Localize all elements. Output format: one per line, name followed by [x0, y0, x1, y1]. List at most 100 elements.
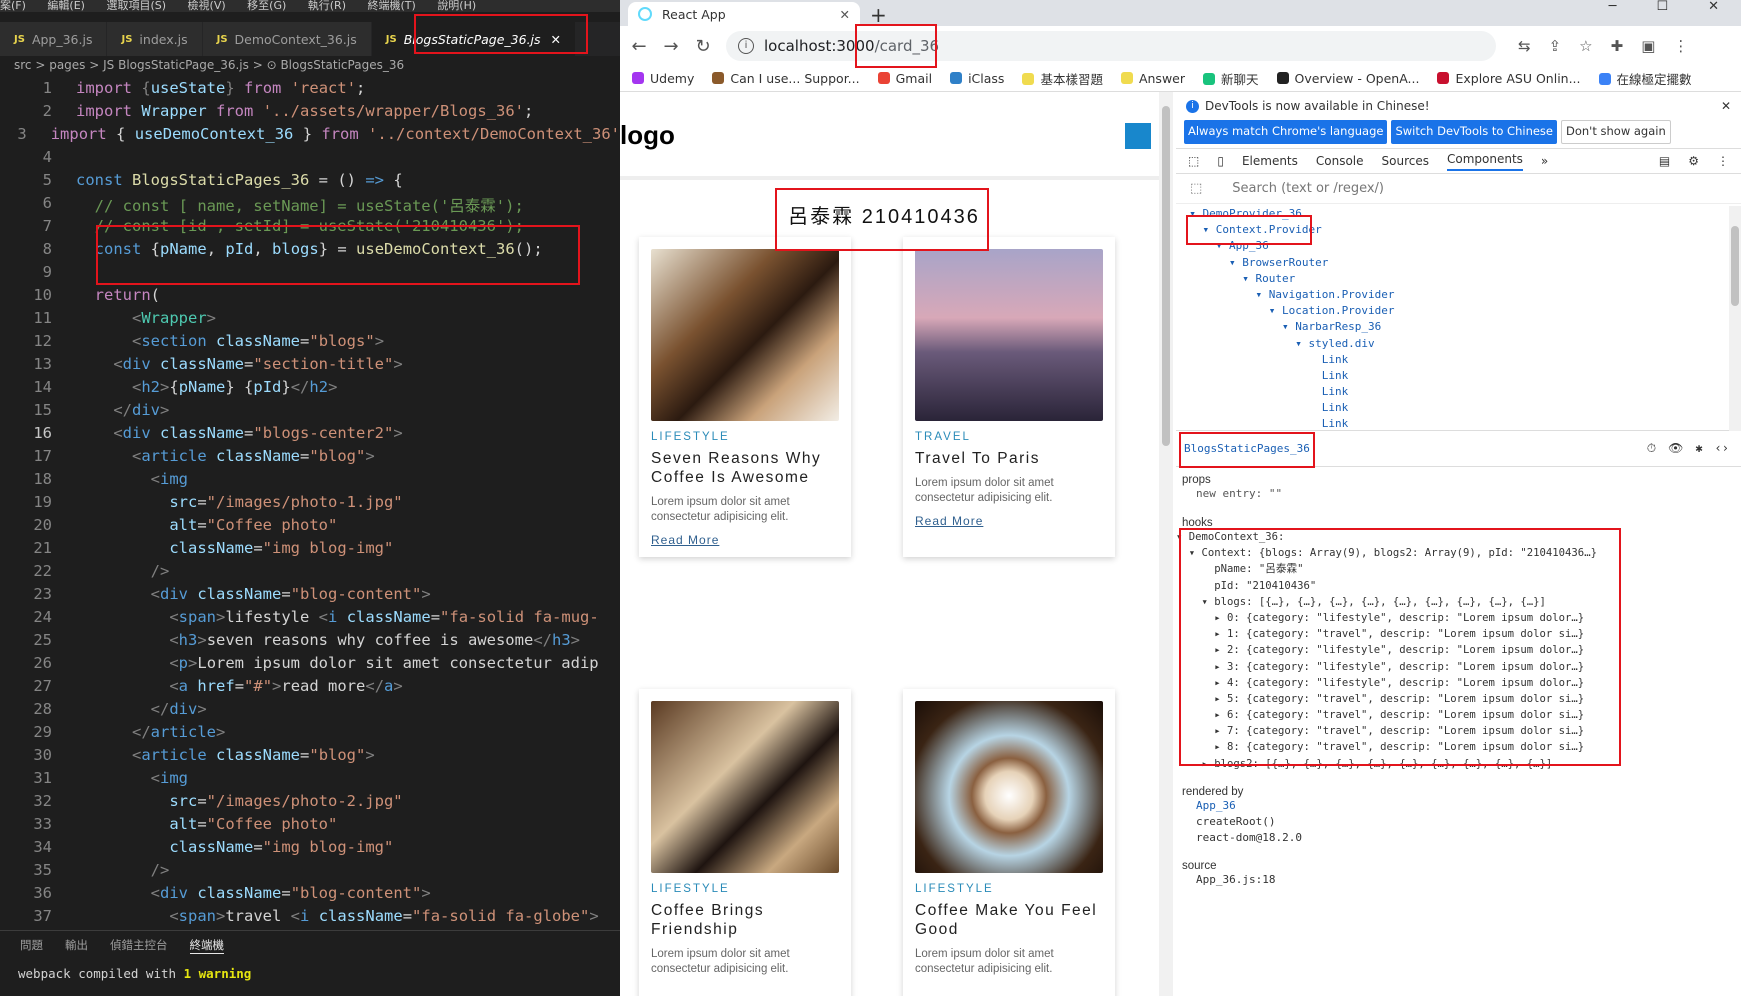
reload-icon[interactable]: ↻ — [694, 36, 712, 57]
more-tabs-icon[interactable]: » — [1541, 154, 1548, 168]
bookmark-item[interactable]: Answer — [1120, 71, 1185, 86]
more-icon[interactable]: ⋮ — [1717, 154, 1729, 168]
minimize-icon[interactable]: ─ — [1609, 0, 1617, 14]
code-line[interactable]: 35 /> — [0, 861, 620, 884]
close-icon[interactable]: ✕ — [551, 32, 561, 47]
hook-entry[interactable]: ▸ 3: {category: "lifestyle", descrip: "L… — [1176, 659, 1741, 675]
tree-node[interactable]: Link — [1176, 400, 1741, 416]
code-line[interactable]: 34 className="img blog-img" — [0, 838, 620, 861]
hook-entry[interactable]: ▸ 6: {category: "travel", descrip: "Lore… — [1176, 707, 1741, 723]
hook-entry[interactable]: ▸ 8: {category: "travel", descrip: "Lore… — [1176, 739, 1741, 755]
tab-index[interactable]: JS index.js — [107, 22, 203, 56]
scrollbar-thumb[interactable] — [1162, 106, 1170, 446]
menu-item[interactable]: 移至(G) — [247, 0, 286, 12]
code-line[interactable]: 16 <div className="blogs-center2"> — [0, 424, 620, 447]
menu-item[interactable]: 執行(R) — [308, 0, 346, 12]
tree-node[interactable]: ▾ styled.div — [1176, 336, 1741, 352]
menu-item[interactable]: 選取項目(S) — [106, 0, 166, 12]
tree-node[interactable]: Link — [1176, 368, 1741, 384]
switch-chinese-button[interactable]: Switch DevTools to Chinese — [1391, 120, 1557, 144]
code-line[interactable]: 32 src="/images/photo-2.jpg" — [0, 792, 620, 815]
close-window-icon[interactable]: ✕ — [1708, 0, 1719, 14]
search-input[interactable]: Search (text or /regex/) — [1232, 181, 1384, 196]
code-line[interactable]: 13 <div className="section-title"> — [0, 355, 620, 378]
bug-icon[interactable]: ✱ — [1695, 441, 1702, 456]
code-line[interactable]: 30 <article className="blog"> — [0, 746, 620, 769]
terminal-output[interactable]: webpack compiled with 1 warning — [0, 960, 620, 987]
breadcrumb[interactable]: src > pages > JS BlogsStaticPage_36.js >… — [14, 58, 404, 72]
hook-entry[interactable]: ▾ DemoContext_36: — [1176, 529, 1741, 545]
code-line[interactable]: 25 <h3>seven reasons why coffee is aweso… — [0, 631, 620, 654]
translate-icon[interactable]: ⇆ — [1518, 37, 1531, 55]
hook-entry[interactable]: ▾ Context: {blogs: Array(9), blogs2: Arr… — [1176, 545, 1741, 561]
hook-entry[interactable]: ▸ 0: {category: "lifestyle", descrip: "L… — [1176, 610, 1741, 626]
share-icon[interactable]: ⇪ — [1549, 37, 1562, 55]
menu-item[interactable]: 說明(H) — [437, 0, 476, 12]
code-line[interactable]: 11 <Wrapper> — [0, 309, 620, 332]
select-element-icon[interactable]: ⬚ — [1190, 181, 1202, 196]
code-line[interactable]: 1 import {useState} from 'react'; — [0, 79, 620, 102]
hook-entry[interactable]: ▸ blogs2: [{…}, {…}, {…}, {…}, {…}, {…},… — [1176, 756, 1741, 772]
always-match-button[interactable]: Always match Chrome's language — [1184, 120, 1388, 144]
hook-entry[interactable]: ▸ 1: {category: "travel", descrip: "Lore… — [1176, 626, 1741, 642]
tree-node[interactable]: ▾ Context.Provider — [1176, 222, 1741, 238]
code-line[interactable]: 20 alt="Coffee photo" — [0, 516, 620, 539]
browser-tab[interactable]: React App ✕ — [628, 2, 860, 26]
props-entry[interactable]: new entry: "" — [1176, 486, 1741, 501]
inspect-icon[interactable]: ⬚ — [1188, 154, 1199, 168]
code-line[interactable]: 21 className="img blog-img" — [0, 539, 620, 562]
bookmark-item[interactable]: Udemy — [632, 71, 694, 86]
tree-node[interactable]: Link — [1176, 352, 1741, 368]
read-more-link[interactable]: Read More — [651, 533, 839, 547]
tab-components[interactable]: Components — [1447, 151, 1523, 171]
tab-console[interactable]: Console — [1316, 154, 1364, 168]
extensions-icon[interactable]: ✚ — [1611, 37, 1624, 55]
bookmark-item[interactable]: Can I use... Suppor... — [712, 71, 860, 86]
star-icon[interactable]: ☆ — [1579, 37, 1592, 55]
code-line[interactable]: 4 — [0, 148, 620, 171]
code-line[interactable]: 8 const {pName, pId, blogs} = useDemoCon… — [0, 240, 620, 263]
code-line[interactable]: 27 <a href="#">read more</a> — [0, 677, 620, 700]
tree-node[interactable]: Link — [1176, 416, 1741, 430]
close-icon[interactable]: ✕ — [840, 7, 850, 22]
tree-node[interactable]: ▾ Router — [1176, 271, 1741, 287]
tree-node[interactable]: ▾ DemoProvider_36 — [1176, 206, 1741, 222]
tab-sources[interactable]: Sources — [1382, 154, 1429, 168]
code-line[interactable]: 24 <span>lifestyle <i className="fa-soli… — [0, 608, 620, 631]
code-line[interactable]: 36 <div className="blog-content"> — [0, 884, 620, 907]
rendered-item[interactable]: App_36 — [1176, 798, 1741, 814]
settings-icon[interactable]: ⚙ — [1688, 154, 1699, 168]
hook-entry[interactable]: pName: "呂泰霖" — [1176, 561, 1741, 577]
new-tab-icon[interactable]: + — [870, 4, 887, 26]
tab-elements[interactable]: Elements — [1242, 154, 1298, 168]
tree-node[interactable]: Link — [1176, 384, 1741, 400]
tree-node[interactable]: ▾ NarbarResp_36 — [1176, 319, 1741, 335]
code-line[interactable]: 33 alt="Coffee photo" — [0, 815, 620, 838]
eye-icon[interactable]: 👁 — [1668, 441, 1683, 456]
info-icon[interactable]: i — [738, 38, 754, 54]
menu-item[interactable]: 案(F) — [0, 0, 26, 12]
code-line[interactable]: 5 const BlogsStaticPages_36 = () => { — [0, 171, 620, 194]
hook-entry[interactable]: ▾ blogs: [{…}, {…}, {…}, {…}, {…}, {…}, … — [1176, 594, 1741, 610]
hook-entry[interactable]: ▸ 4: {category: "lifestyle", descrip: "L… — [1176, 675, 1741, 691]
panel-tab-problems[interactable]: 問題 — [20, 937, 43, 954]
issues-icon[interactable]: ▤ — [1659, 154, 1670, 168]
timer-icon[interactable]: ⏱ — [1647, 441, 1656, 456]
forward-icon[interactable]: → — [662, 36, 680, 57]
code-line[interactable]: 18 <img — [0, 470, 620, 493]
bookmark-item[interactable]: 在線極定擺數 — [1598, 69, 1692, 88]
tab-app[interactable]: JS App_36.js — [0, 22, 108, 56]
more-icon[interactable]: ⋮ — [1673, 37, 1688, 55]
close-icon[interactable]: ✕ — [1721, 99, 1731, 113]
read-more-link[interactable]: Read More — [915, 514, 1103, 528]
bookmark-item[interactable]: iClass — [950, 71, 1004, 86]
code-icon[interactable]: ‹› — [1715, 441, 1729, 456]
back-icon[interactable]: ← — [630, 36, 648, 57]
code-line[interactable]: 29 </article> — [0, 723, 620, 746]
tab-blogsstaticpage[interactable]: JS BlogsStaticPage_36.js ✕ — [371, 22, 577, 56]
bookmark-item[interactable]: 基本樣習題 — [1022, 69, 1103, 88]
component-tree[interactable]: ▾ DemoProvider_36 ▾ Context.Provider ▾ A… — [1176, 206, 1741, 431]
code-line[interactable]: 9 — [0, 263, 620, 286]
nav-toggle-button[interactable] — [1125, 123, 1151, 149]
maximize-icon[interactable]: ☐ — [1656, 0, 1668, 14]
